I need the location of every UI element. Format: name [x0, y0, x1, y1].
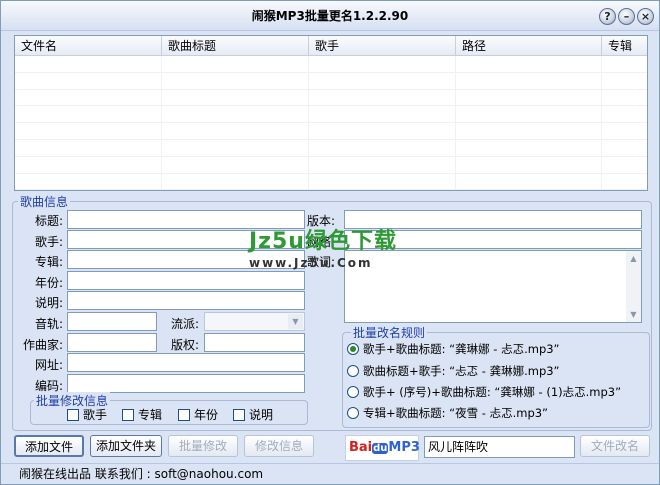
composer-field[interactable] [67, 333, 157, 352]
rule-option-3-label: 歌手+ (序号)+歌曲标题: “龚琳娜 - (1)忐忑.mp3” [363, 385, 622, 399]
status-bar: 闹猴在线出品 联系我们 : soft@naohou.com [1, 463, 659, 484]
check-comment-label: 说明 [249, 408, 274, 422]
rule-option-2[interactable]: 歌曲标题+歌手: “忐忑 - 龚琳娜.mp3” [347, 363, 560, 379]
file-rename-button[interactable]: 文件改名 [580, 435, 650, 457]
batch-modify-button[interactable]: 批量修改 [168, 435, 238, 457]
baidu-mp3-logo: BaiduMP3 [345, 435, 420, 461]
check-artist-label: 歌手 [83, 408, 108, 422]
rule-option-3[interactable]: 歌手+ (序号)+歌曲标题: “龚琳娜 - (1)忐忑.mp3” [347, 384, 621, 400]
column-artist[interactable]: 歌手 [309, 36, 456, 55]
help-button[interactable]: ? [599, 8, 616, 25]
encoder-field[interactable] [67, 374, 305, 393]
rule-option-1[interactable]: 歌手+歌曲标题: “龚琳娜 - 忐忑.mp3” [347, 341, 560, 357]
scroll-down-icon[interactable]: ▼ [626, 307, 641, 322]
copyright-label: 版权: [170, 338, 199, 352]
checkbox-icon[interactable] [122, 408, 134, 421]
copyright-field[interactable] [204, 333, 305, 352]
window-title: 闹猴MP3批量更名1.2.2.90 [251, 9, 409, 23]
radio-icon[interactable] [347, 365, 359, 377]
list-row [15, 106, 647, 124]
checkbox-icon[interactable] [67, 408, 79, 421]
title-bar: 闹猴MP3批量更名1.2.2.90 ? – × [1, 1, 659, 31]
radio-icon[interactable] [347, 407, 359, 419]
column-filename[interactable]: 文件名 [15, 36, 162, 55]
add-folder-button[interactable]: 添加文件夹 [90, 435, 162, 457]
list-row [15, 156, 647, 174]
list-row [15, 72, 647, 90]
app-window: 闹猴MP3批量更名1.2.2.90 ? – × 文件名 歌曲标题 歌手 路径 专… [0, 0, 660, 485]
watermark-url: www.Jz5u.Com [249, 256, 373, 270]
column-album[interactable]: 专辑 [602, 36, 647, 55]
year-label: 年份: [34, 276, 63, 290]
minimize-button[interactable]: – [618, 8, 635, 25]
modify-info-button[interactable]: 修改信息 [244, 435, 314, 457]
lyrics-scrollbar[interactable]: ▲ ▼ [626, 251, 641, 322]
list-row [15, 139, 647, 157]
rule-option-4-label: 专辑+歌曲标题: “夜雪 - 忐忑.mp3” [363, 406, 549, 420]
genre-select[interactable]: ▼ [204, 312, 305, 331]
checkbox-icon[interactable] [233, 408, 245, 421]
title-label: 标题: [34, 214, 63, 228]
rule-option-2-label: 歌曲标题+歌手: “忐忑 - 龚琳娜.mp3” [363, 364, 560, 378]
scroll-up-icon[interactable]: ▲ [626, 251, 641, 266]
track-label: 音轨: [34, 317, 63, 331]
rename-rules-label: 批量改名规则 [351, 324, 428, 341]
lyrics-textarea[interactable]: ▲ ▼ [344, 250, 642, 323]
close-button[interactable]: × [637, 8, 654, 25]
year-field[interactable] [67, 271, 305, 290]
check-comment[interactable]: 说明 [233, 406, 273, 423]
composer-label: 作曲家: [22, 338, 63, 352]
genre-label: 流派: [170, 317, 199, 331]
list-row [15, 123, 647, 140]
rule-option-4[interactable]: 专辑+歌曲标题: “夜雪 - 忐忑.mp3” [347, 405, 548, 421]
comment-label: 说明: [34, 296, 63, 310]
list-header: 文件名 歌曲标题 歌手 路径 专辑 [15, 36, 647, 56]
radio-icon[interactable] [347, 386, 359, 398]
check-year[interactable]: 年份 [178, 406, 218, 423]
check-year-label: 年份 [194, 408, 219, 422]
chevron-down-icon[interactable]: ▼ [288, 314, 303, 329]
artist-label: 歌手: [34, 235, 63, 249]
check-album[interactable]: 专辑 [122, 406, 162, 423]
album-label: 专辑: [34, 255, 63, 269]
song-info-label: 歌曲信息 [18, 193, 71, 210]
search-input[interactable]: 风儿阵阵吹 [424, 436, 575, 458]
url-label: 网址: [34, 358, 63, 372]
comment-field[interactable] [67, 291, 305, 310]
rule-option-1-label: 歌手+歌曲标题: “龚琳娜 - 忐忑.mp3” [363, 342, 560, 356]
radio-icon[interactable] [347, 343, 359, 355]
list-row [15, 89, 647, 107]
column-path[interactable]: 路径 [456, 36, 602, 55]
check-artist[interactable]: 歌手 [67, 406, 107, 423]
track-field[interactable] [67, 312, 157, 331]
add-file-button[interactable]: 添加文件 [14, 435, 84, 457]
checkbox-icon[interactable] [178, 408, 190, 421]
list-row [15, 173, 647, 191]
list-row [15, 56, 647, 73]
check-album-label: 专辑 [138, 408, 163, 422]
watermark: Jz5u绿色下载 [249, 229, 397, 254]
file-list[interactable]: 文件名 歌曲标题 歌手 路径 专辑 [14, 35, 648, 191]
url-field[interactable] [67, 353, 305, 372]
column-song-title[interactable]: 歌曲标题 [162, 36, 309, 55]
